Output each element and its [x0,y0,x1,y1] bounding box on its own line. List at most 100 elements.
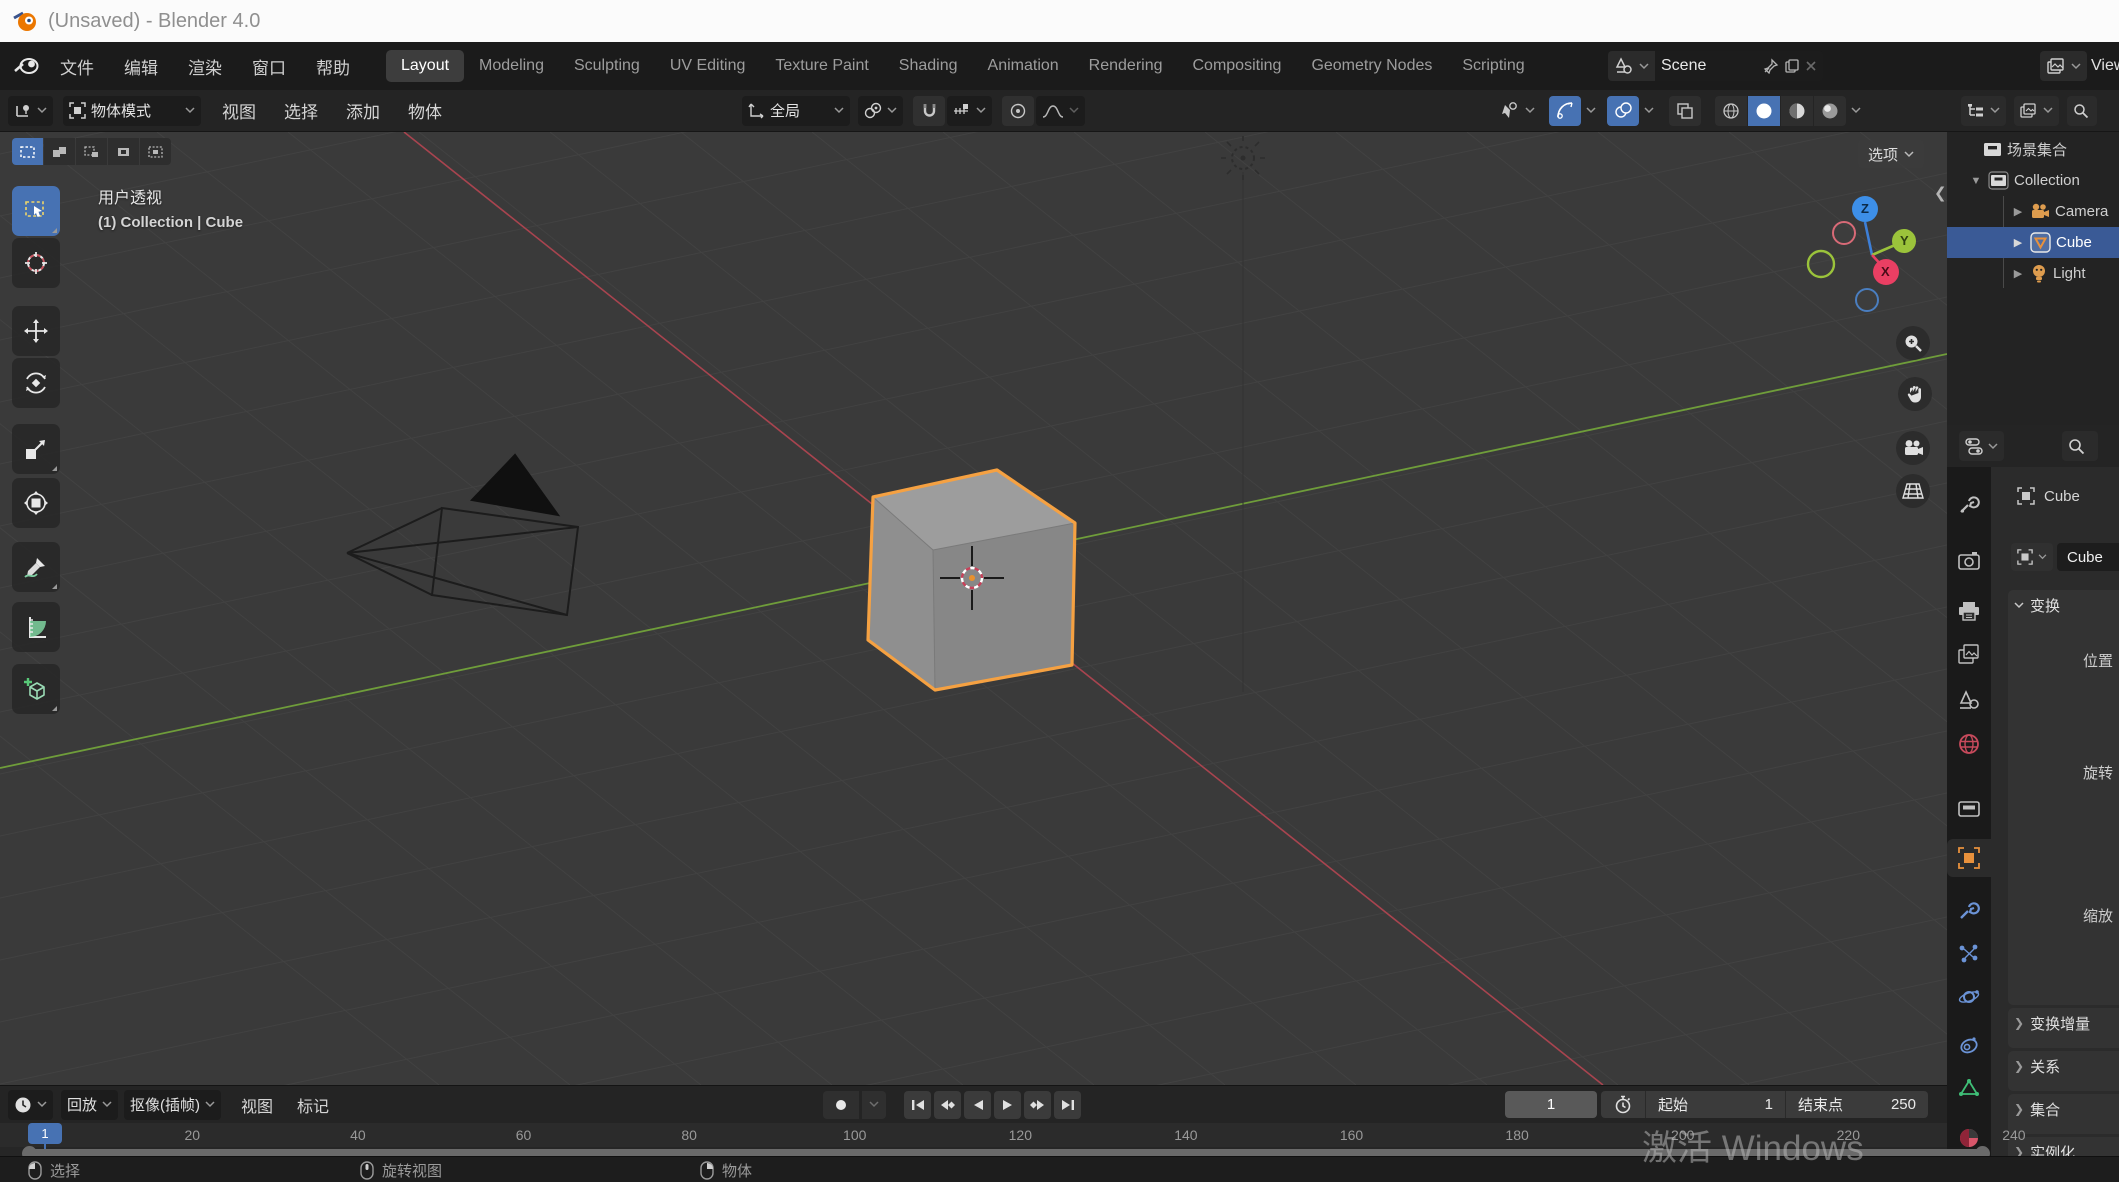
current-frame-marker[interactable]: 1 [28,1123,62,1144]
shading-solid-button[interactable] [1748,96,1780,126]
tab-modeling[interactable]: Modeling [464,50,559,82]
pan-button[interactable] [1898,377,1932,411]
outliner-filter-button[interactable] [2014,96,2059,126]
object-id-button[interactable] [2011,543,2053,571]
shading-wireframe-button[interactable] [1715,96,1747,126]
tab-object-data[interactable] [1947,1069,1991,1107]
tab-object[interactable] [1947,839,1991,877]
move-tool[interactable] [12,306,60,356]
select-mode-intersect[interactable] [140,138,171,165]
tab-rendering[interactable]: Rendering [1074,50,1178,82]
select-mode-subtract[interactable] [76,138,107,165]
menu-window[interactable]: 窗口 [238,50,300,83]
select-mode-invert[interactable] [108,138,139,165]
keying-menu[interactable]: 抠像(插帧) [124,1090,221,1120]
gizmo-dropdown[interactable] [1583,96,1599,126]
transform-section-header[interactable]: 变换 [2008,590,2119,620]
disclosure-triangle-icon[interactable]: ▶ [2011,267,2025,280]
scene-browse-button[interactable] [1608,51,1655,81]
delta-transform-section[interactable]: ❯ 变换增量 [2008,1008,2119,1048]
viewport-menu-object[interactable]: 物体 [395,94,455,127]
outliner-row-scene-collection[interactable]: 场景集合 [1947,134,2119,165]
timeline-view-menu[interactable]: 视图 [229,1090,285,1120]
jump-to-end-button[interactable] [1054,1091,1081,1119]
falloff-button[interactable] [1036,96,1085,126]
xray-toggle[interactable] [1669,96,1701,126]
use-preview-range-button[interactable] [1601,1091,1645,1119]
tab-modifiers[interactable] [1947,891,1991,929]
viewport-menu-select[interactable]: 选择 [271,94,331,127]
tab-output[interactable] [1947,592,1991,630]
timeline-ruler[interactable]: 20406080100120140160180200220240 1 [0,1123,1947,1147]
select-mode-new[interactable] [12,138,43,165]
tab-shading[interactable]: Shading [884,50,973,82]
camera-view-button[interactable] [1896,431,1930,465]
outliner-search-button[interactable] [2067,96,2097,126]
blender-logo-icon[interactable] [12,53,42,79]
tab-particles[interactable] [1947,935,1991,973]
overlays-dropdown[interactable] [1641,96,1657,126]
play-reverse-button[interactable] [964,1091,991,1119]
properties-search-button[interactable] [2062,431,2098,461]
close-icon[interactable] [1805,60,1817,72]
breadcrumb-object[interactable]: Cube [2044,488,2080,505]
transform-tool[interactable] [12,478,60,528]
cursor-tool[interactable] [12,238,60,288]
end-frame-field[interactable]: 结束点 250 [1786,1091,1928,1118]
menu-edit[interactable]: 编辑 [110,50,172,83]
timeline-editor-button[interactable] [8,1090,53,1120]
gizmo-axis-neg-y[interactable] [1808,251,1834,277]
tab-compositing[interactable]: Compositing [1178,50,1297,82]
new-scene-icon[interactable] [1784,58,1800,74]
snap-toggle[interactable] [913,96,945,126]
tab-layout[interactable]: Layout [386,50,464,82]
viewport-menu-add[interactable]: 添加 [333,94,393,127]
prev-keyframe-button[interactable] [934,1091,961,1119]
gizmo-axis-neg-z[interactable] [1856,289,1878,311]
tab-texture-paint[interactable]: Texture Paint [760,50,883,82]
view-layer-browse-button[interactable] [2040,51,2087,81]
disclosure-triangle-icon[interactable]: ▶ [2011,205,2025,218]
tab-uv-editing[interactable]: UV Editing [655,50,761,82]
show-gizmo-toggle[interactable] [1549,96,1581,126]
tab-render[interactable] [1947,542,1991,580]
outliner-row-cube[interactable]: ▶ Cube [1947,227,2119,258]
pin-icon[interactable] [1763,58,1779,74]
zoom-button[interactable] [1896,326,1930,360]
show-overlays-toggle[interactable] [1607,96,1639,126]
outliner-row-light[interactable]: ▶ Light [1947,258,2119,289]
shading-dropdown[interactable] [1847,96,1865,126]
snap-target-button[interactable] [947,96,992,126]
timeline-marker-menu[interactable]: 标记 [285,1090,341,1120]
shading-rendered-button[interactable] [1814,96,1846,126]
current-frame-field[interactable]: 1 [1505,1091,1597,1118]
annotate-tool[interactable] [12,542,60,592]
menu-file[interactable]: 文件 [46,50,108,83]
disclosure-triangle-icon[interactable]: ▶ [2011,236,2025,249]
viewport-menu-view[interactable]: 视图 [209,94,269,127]
tab-geometry-nodes[interactable]: Geometry Nodes [1296,50,1447,82]
tab-physics[interactable] [1947,978,1991,1016]
outliner-row-camera[interactable]: ▶ Camera [1947,196,2119,227]
measure-tool[interactable] [12,602,60,652]
disclosure-triangle-icon[interactable]: ▼ [1969,175,1983,187]
jump-to-start-button[interactable] [904,1091,931,1119]
proportional-editing-toggle[interactable] [1002,96,1034,126]
tab-constraints[interactable] [1947,1025,1991,1063]
mode-selector[interactable]: 物体模式 [63,96,201,126]
menu-render[interactable]: 渲染 [174,50,236,83]
scale-tool[interactable] [12,424,60,474]
next-keyframe-button[interactable] [1024,1091,1051,1119]
playback-menu[interactable]: 回放 [61,1090,118,1120]
options-button[interactable]: 选项 [1858,140,1924,168]
auto-key-button[interactable] [823,1091,859,1119]
tab-sculpting[interactable]: Sculpting [559,50,655,82]
outliner-editor-button[interactable] [1961,96,2006,126]
outliner-row-collection[interactable]: ▼ Collection [1947,165,2119,196]
play-button[interactable] [994,1091,1021,1119]
auto-key-dropdown[interactable] [862,1091,886,1119]
tab-scene[interactable] [1947,681,1991,719]
tab-animation[interactable]: Animation [973,50,1074,82]
pivot-point-button[interactable] [858,96,903,126]
tab-view-layer[interactable] [1947,635,1991,673]
